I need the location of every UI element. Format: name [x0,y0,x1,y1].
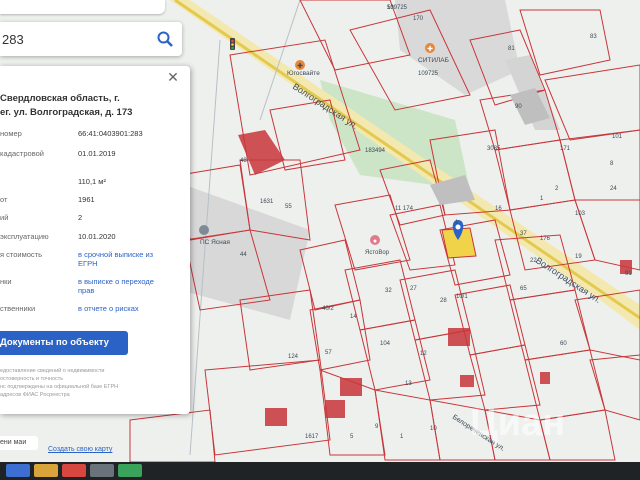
lot-number-label: 13 [405,381,412,387]
poi-cart-icon[interactable]: ● [370,235,380,245]
lot-number-label: 176 [540,236,551,242]
lot-number-label: 14 [350,314,357,320]
lot-number-label: 24 [610,186,617,192]
search-input[interactable] [0,22,142,56]
top-toolbar-strip [0,0,165,14]
lot-number-label: 91 [625,271,632,277]
info-row-cadastral-number: номер 66:41:0403901:283 [0,129,143,138]
close-icon[interactable]: ✕ [166,70,180,84]
lot-number-label: 48 [240,158,247,164]
lot-number-label: 32 [385,288,392,294]
poi-label-2: ПС Ясная [200,239,230,246]
info-row-cadastral-date: кадастровой 01.01.2019 [0,149,116,158]
lot-number-label: 27 [410,286,417,292]
lot-number-label: 10 [430,426,437,432]
documents-button[interactable]: Документы по объекту [0,331,128,355]
lot-number-label: 109725 [418,71,439,77]
lot-number-label: 171 [560,146,571,152]
address-line-2: ег. ул. Волгоградская, д. 173 [0,107,133,118]
info-row-area: 110,1 м² [78,177,106,186]
lot-number-label: 37 [520,231,527,237]
address-line-1: Свердловская область, г. [0,93,120,104]
lot-number-label: 44 [240,252,247,258]
taskbar-app-icon[interactable] [6,464,30,477]
map-screen: ✚ ✚ ● Волгоградская ул. Волгоградская ул… [0,0,640,462]
taskbar-app-icon[interactable] [34,464,58,477]
poi-label-0: Югосвайте [287,69,320,77]
lot-number-label: 22 [530,258,537,264]
cost-link[interactable]: в срочной выписке из ЕГРН [78,250,158,268]
lot-number-label: 10/1 [456,294,468,300]
lot-number-label: 83 [590,34,597,40]
lot-number-label: 65 [520,286,527,292]
poi-label-3: ЯстоВор [365,250,390,256]
poi-label-1: СИТИЛАБ [418,57,449,64]
taskbar-app-icon[interactable] [90,464,114,477]
traffic-light-icon [230,38,235,50]
lot-number-label: 103 [575,211,586,217]
taskbar-app-icon[interactable] [118,464,142,477]
lot-number-label: 170 [413,16,424,22]
info-row-transfers: нки в выписке о переходе прав [0,277,190,297]
lot-number-label: 1631 [260,199,274,205]
lot-number-label: 1617 [305,434,319,440]
poi-substation-icon[interactable] [199,225,209,235]
poi-pharmacy-icon[interactable]: ✚ [295,60,305,70]
lot-number-label: 104 [380,341,391,347]
lot-number-label: 40/2 [322,306,334,312]
risks-link[interactable]: в отчете о рисках [78,304,139,313]
lot-number-label: 90 [515,104,522,110]
svg-text:✚: ✚ [427,45,433,53]
lot-number-label: 81 [508,46,515,52]
lot-number-label: 124 [288,354,299,360]
lot-number-label: 101 [612,134,623,140]
svg-text:✚: ✚ [297,62,303,70]
transfers-link[interactable]: в выписке о переходе прав [78,277,158,295]
create-map-link[interactable]: Создать свою карту [48,446,112,453]
object-info-panel: ✕ Свердловская область, г. ег. ул. Волго… [0,66,190,414]
lot-number-label: 19 [575,254,582,260]
lot-number-label: 55 [285,204,292,210]
lot-number-label: 183494 [365,148,386,154]
disclaimer-note: едоставление сведений о недвижимости ост… [0,368,119,398]
svg-text:●: ● [373,238,377,245]
lot-number-label: 3085 [487,146,501,152]
search-icon[interactable] [156,30,174,48]
lot-number-label: 53 [387,5,394,11]
lot-number-label: 12 [420,351,427,357]
info-row-floors: ий 2 [0,213,83,222]
lot-number-label: 60 [560,341,567,347]
search-box[interactable] [0,22,182,56]
map-mode-button[interactable]: ени маи [0,436,38,450]
object-address: Свердловская область, г. ег. ул. Волгогр… [0,92,160,120]
info-row-commissioning: эксплуатацию 10.01.2020 [0,232,116,241]
lot-number-label: 57 [325,350,332,356]
info-row-cost: я стоимость в срочной выписке из ЕГРН [0,250,190,270]
lot-number-label: 16 [495,206,502,212]
poi-lab-icon[interactable]: ✚ [425,43,435,53]
watermark: Циан [470,402,565,444]
info-row-year: от 1961 [0,195,95,204]
info-row-owners: ственники в отчете о рисках [0,304,139,313]
taskbar-app-icon[interactable] [62,464,86,477]
lot-number-label: 11 174 [395,206,414,212]
lot-number-label: 28 [440,298,447,304]
